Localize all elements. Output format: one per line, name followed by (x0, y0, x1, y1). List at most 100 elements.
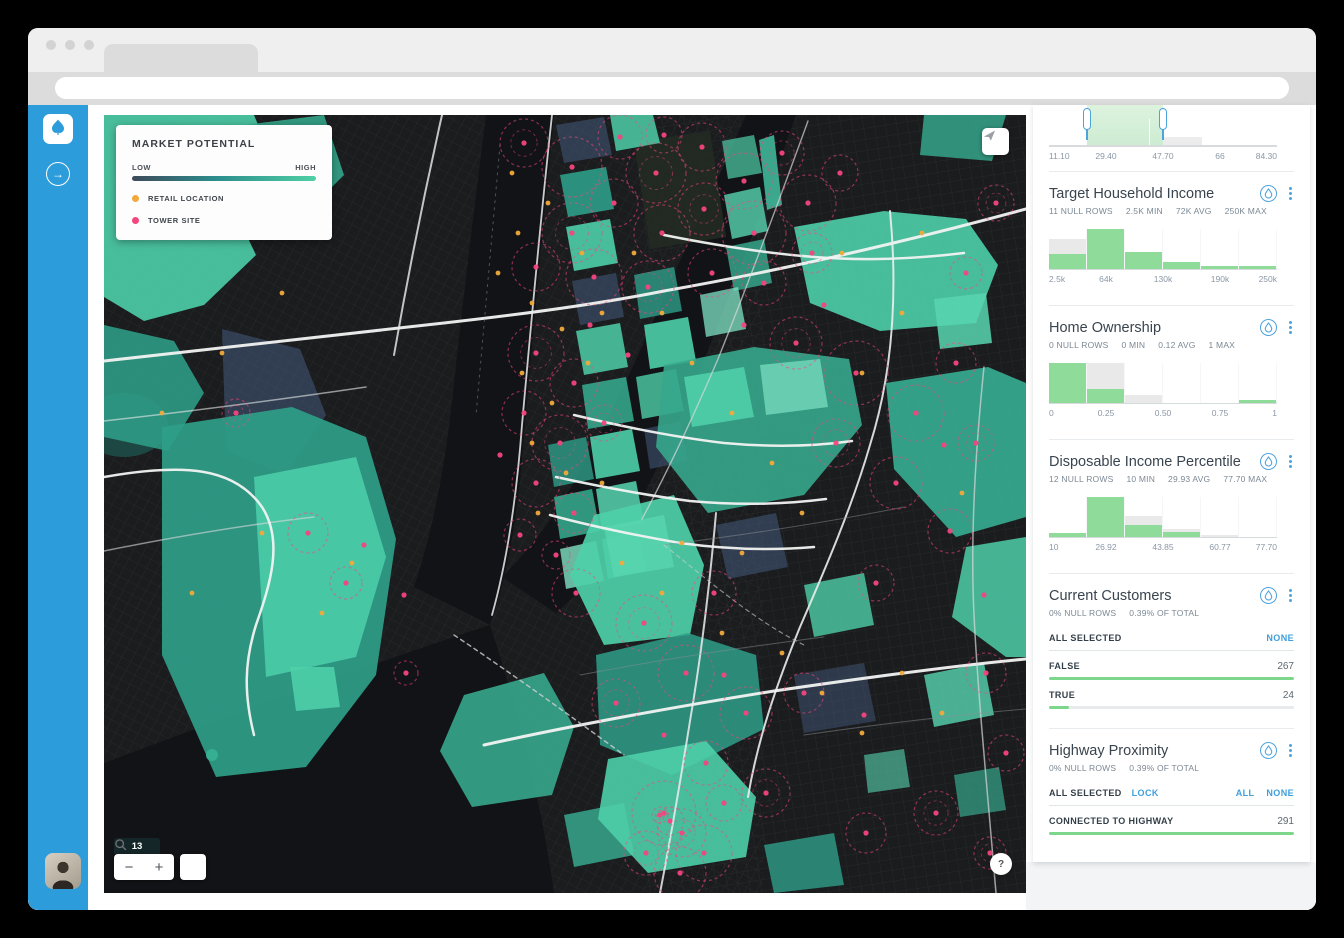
user-avatar[interactable] (45, 853, 81, 889)
histogram-bar (1239, 400, 1276, 403)
histogram-bin (1087, 229, 1125, 269)
histogram-bin (1125, 363, 1163, 403)
section-menu-button[interactable] (1287, 186, 1294, 201)
axis-tick-label: 2.5k (1049, 274, 1065, 284)
droplet-filter-button[interactable] (1260, 185, 1277, 202)
category-count: 24 (1283, 690, 1294, 701)
section-disposable-income-percentile: Disposable Income Percentile12 NULL ROWS… (1049, 440, 1294, 574)
close-window-icon[interactable] (46, 40, 56, 50)
app-content: → (28, 105, 1316, 910)
tower-site-dot-icon (132, 217, 139, 224)
category-divider (1049, 805, 1294, 806)
histogram-bin (1163, 497, 1201, 537)
category-bar (1049, 706, 1294, 709)
category-bar-fill (1049, 706, 1069, 709)
histogram-chart[interactable] (1049, 497, 1277, 538)
histogram-bin (1239, 229, 1277, 269)
browser-url-row (28, 72, 1316, 105)
category-label: FALSE (1049, 661, 1277, 671)
zoom-out-button[interactable]: − (114, 854, 144, 880)
url-input[interactable] (55, 77, 1289, 99)
filter-link-lock[interactable]: LOCK (1132, 788, 1159, 798)
screen-frame: → (0, 0, 1344, 938)
axis-tick-label: 84.30 (1256, 151, 1277, 161)
droplet-filter-button[interactable] (1260, 453, 1277, 470)
filter-link-none[interactable]: NONE (1266, 788, 1294, 798)
filter-link-none[interactable]: NONE (1266, 633, 1294, 643)
app-logo-button[interactable] (43, 114, 73, 144)
section-menu-button[interactable] (1287, 743, 1294, 758)
histogram-bar (1049, 363, 1086, 403)
browser-tab[interactable] (104, 44, 258, 72)
category-header-left: ALL SELECTEDLOCK (1049, 788, 1236, 798)
slider-selection (1087, 105, 1163, 145)
section-menu-button[interactable] (1287, 320, 1294, 335)
stat-value: 12 NULL ROWS (1049, 474, 1113, 484)
panel-background-strip (1026, 862, 1316, 910)
histogram-bin (1049, 497, 1087, 537)
window-controls[interactable] (46, 40, 94, 50)
map-search-button[interactable] (180, 854, 206, 880)
droplet-spade-logo-icon (49, 118, 67, 141)
section-title-row: Highway Proximity (1049, 742, 1294, 759)
map-legend-card: MARKET POTENTIAL LOW HIGH RETAIL LOCATIO… (116, 125, 332, 240)
histogram-bin (1239, 363, 1277, 403)
slider-handle-left[interactable] (1083, 108, 1091, 130)
legend-item-label: TOWER SITE (148, 216, 201, 225)
filter-link-all[interactable]: ALL (1236, 788, 1255, 798)
histogram-bar (1239, 266, 1276, 269)
category-row[interactable]: FALSE267 (1049, 661, 1294, 672)
expand-sidebar-button[interactable]: → (46, 162, 70, 186)
droplet-filter-button[interactable] (1260, 587, 1277, 604)
axis-tick-label: 60.77 (1209, 542, 1230, 552)
histogram-bin (1201, 497, 1239, 537)
category-count: 291 (1277, 816, 1294, 827)
zoom-in-button[interactable]: + (144, 854, 174, 880)
section-current-customers: Current Customers0% NULL ROWS0.39% OF TO… (1049, 574, 1294, 729)
axis-tick-label: 0.75 (1212, 408, 1229, 418)
histogram-chart[interactable] (1049, 363, 1277, 404)
section-menu-button[interactable] (1287, 588, 1294, 603)
category-divider (1049, 650, 1294, 651)
section-title: Current Customers (1049, 588, 1260, 604)
maximize-window-icon[interactable] (84, 40, 94, 50)
section-menu-button[interactable] (1287, 454, 1294, 469)
droplet-filter-button[interactable] (1260, 742, 1277, 759)
axis-tick-label: 250k (1259, 274, 1277, 284)
section-highway-proximity: Highway Proximity0% NULL ROWS0.39% OF TO… (1049, 729, 1294, 854)
category-bar-fill (1049, 677, 1294, 680)
help-button[interactable]: ? (990, 853, 1012, 875)
histogram-bin (1125, 229, 1163, 269)
histogram-bin (1087, 497, 1125, 537)
axis-tick-label: 26.92 (1095, 542, 1116, 552)
histogram-bar (1125, 525, 1162, 537)
map-container: MARKET POTENTIAL LOW HIGH RETAIL LOCATIO… (104, 115, 1026, 893)
axis-tick-label: 0.50 (1155, 408, 1172, 418)
minimize-window-icon[interactable] (65, 40, 75, 50)
arrow-right-icon: → (52, 167, 64, 181)
legend-item: TOWER SITE (132, 216, 316, 225)
category-bar (1049, 832, 1294, 835)
histogram-bar-unfiltered (1125, 395, 1162, 403)
range-slider[interactable] (1049, 105, 1277, 147)
slider-handle-right[interactable] (1159, 108, 1167, 130)
histogram-chart[interactable] (1049, 229, 1277, 270)
axis-tick-labels: 2.5k64k130k190k250k (1049, 274, 1277, 286)
category-row[interactable]: CONNECTED TO HIGHWAY291 (1049, 816, 1294, 827)
stat-value: 1 MAX (1209, 340, 1236, 350)
category-header-right: ALL NONE (1236, 788, 1294, 798)
section-stats: 0 NULL ROWS0 MIN0.12 AVG1 MAX (1049, 340, 1294, 350)
section-title: Target Household Income (1049, 186, 1260, 202)
category-row[interactable]: TRUE24 (1049, 690, 1294, 701)
category-header-row: ALL SELECTEDLOCKALL NONE (1049, 788, 1294, 798)
recenter-button[interactable] (982, 128, 1009, 155)
droplet-filter-button[interactable] (1260, 319, 1277, 336)
legend-item: RETAIL LOCATION (132, 194, 316, 203)
histogram-bin (1163, 229, 1201, 269)
histogram-bar (1049, 254, 1086, 269)
category-label: CONNECTED TO HIGHWAY (1049, 816, 1277, 826)
section-title: Home Ownership (1049, 320, 1260, 336)
section-title: Highway Proximity (1049, 743, 1260, 759)
histogram-bar (1087, 389, 1124, 403)
histogram-bin (1201, 363, 1239, 403)
